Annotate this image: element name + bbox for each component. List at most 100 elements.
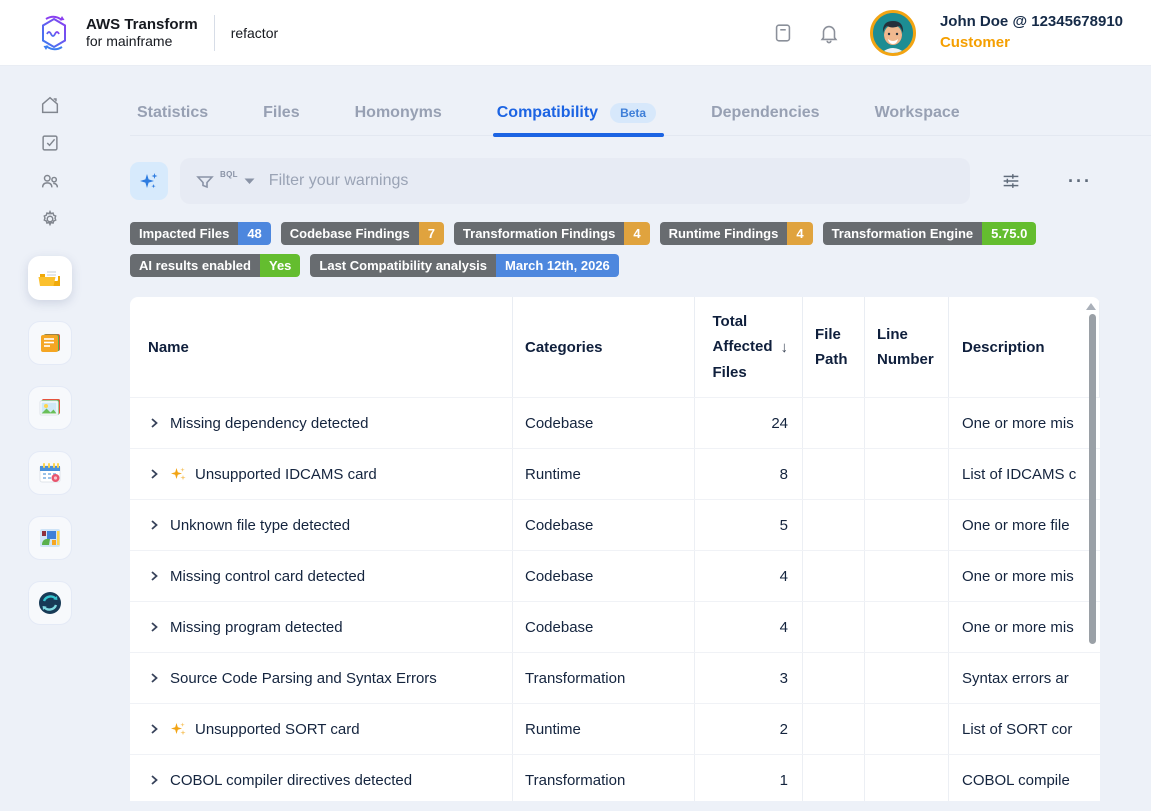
expand-chevron-icon[interactable]	[148, 519, 160, 531]
warning-description: One or more mis	[962, 415, 1074, 432]
badge-value: March 12th, 2026	[496, 254, 619, 277]
main-content: Statistics Files Homonyms Compatibility …	[100, 66, 1151, 811]
table-row[interactable]: Unsupported SORT card Runtime 2 List of …	[130, 703, 1100, 754]
warning-description: One or more file	[962, 517, 1070, 534]
filter-toolbar: BQL Filter your warnings ···	[130, 158, 1151, 204]
warning-description: Syntax errors ar	[962, 670, 1069, 687]
badge-value: 48	[238, 222, 270, 245]
chevron-down-icon[interactable]	[244, 178, 255, 185]
column-header-total-affected-files[interactable]: Total Affected Files ↓	[695, 297, 803, 397]
tab-files[interactable]: Files	[263, 90, 299, 135]
tasks-icon[interactable]	[39, 132, 61, 154]
status-badge: Transformation Engine 5.75.0	[823, 222, 1037, 245]
tab-workspace[interactable]: Workspace	[875, 90, 960, 135]
app-card-calendar[interactable]	[28, 451, 72, 495]
app-card-folder[interactable]	[28, 256, 72, 300]
expand-chevron-icon[interactable]	[148, 417, 160, 429]
bql-funnel-icon[interactable]: BQL	[196, 172, 234, 190]
column-header-name[interactable]: Name	[130, 297, 513, 397]
home-icon[interactable]	[39, 94, 61, 116]
bql-label: BQL	[220, 170, 238, 179]
status-badge: AI results enabled Yes	[130, 254, 300, 277]
badge-value: Yes	[260, 254, 300, 277]
badge-label: AI results enabled	[130, 254, 260, 277]
mosaic-dashboard-icon	[36, 524, 64, 552]
column-header-line-number[interactable]: Line Number	[865, 297, 949, 397]
table-row[interactable]: Missing program detected Codebase 4 One …	[130, 601, 1100, 652]
user-avatar[interactable]	[870, 10, 916, 56]
app-card-sync[interactable]	[28, 581, 72, 625]
warning-category: Runtime	[525, 466, 581, 483]
warning-name: Source Code Parsing and Syntax Errors	[170, 670, 437, 687]
column-settings-icon[interactable]	[1000, 170, 1022, 192]
scrollbar-up-arrow[interactable]	[1086, 303, 1096, 310]
table-row[interactable]: Unsupported IDCAMS card Runtime 8 List o…	[130, 448, 1100, 499]
warning-name: Missing program detected	[170, 619, 343, 636]
expand-chevron-icon[interactable]	[148, 621, 160, 633]
warning-name: Unsupported IDCAMS card	[195, 466, 377, 483]
table-row[interactable]: Unknown file type detected Codebase 5 On…	[130, 499, 1100, 550]
total-affected-files-value: 2	[780, 721, 788, 738]
app-card-dashboard[interactable]	[28, 516, 72, 560]
table-row[interactable]: Source Code Parsing and Syntax Errors Tr…	[130, 652, 1100, 703]
settings-gear-icon[interactable]	[39, 208, 61, 230]
more-actions-button[interactable]: ···	[1068, 171, 1092, 192]
aws-transform-logo-icon	[34, 13, 74, 53]
warning-name: COBOL compiler directives detected	[170, 772, 412, 789]
column-header-description[interactable]: Description	[949, 297, 1100, 397]
table-row[interactable]: Missing dependency detected Codebase 24 …	[130, 397, 1100, 448]
brand-title: AWS Transform	[86, 16, 198, 33]
expand-chevron-icon[interactable]	[148, 570, 160, 582]
total-affected-files-value: 8	[780, 466, 788, 483]
filter-placeholder: Filter your warnings	[269, 172, 409, 190]
user-role: Customer	[940, 33, 1123, 53]
warnings-table: Name Categories Total Affected Files ↓ F…	[130, 297, 1100, 801]
brand-subtitle: for mainframe	[86, 33, 198, 49]
tab-bar: Statistics Files Homonyms Compatibility …	[130, 90, 1151, 136]
badge-label: Impacted Files	[130, 222, 238, 245]
total-affected-files-value: 24	[771, 415, 788, 432]
table-row[interactable]: Missing control card detected Codebase 4…	[130, 550, 1100, 601]
badge-label: Transformation Findings	[454, 222, 624, 245]
warning-category: Transformation	[525, 772, 625, 789]
filter-input[interactable]: BQL Filter your warnings	[180, 158, 970, 204]
badge-row: AI results enabled Yes Last Compatibilit…	[130, 254, 1151, 277]
ai-assist-button[interactable]	[130, 162, 168, 200]
product-name: refactor	[231, 25, 278, 41]
tab-homonyms[interactable]: Homonyms	[355, 90, 442, 135]
user-name: John Doe @ 12345678910	[940, 12, 1123, 32]
tab-dependencies[interactable]: Dependencies	[711, 90, 819, 135]
warning-description: List of SORT cor	[962, 721, 1072, 738]
expand-chevron-icon[interactable]	[148, 774, 160, 786]
sticky-notes-icon	[36, 329, 64, 357]
expand-chevron-icon[interactable]	[148, 672, 160, 684]
status-badge: Impacted Files 48	[130, 222, 271, 245]
app-card-notes[interactable]	[28, 321, 72, 365]
column-header-categories[interactable]: Categories	[513, 297, 695, 397]
app-card-images[interactable]	[28, 386, 72, 430]
avatar-face	[873, 13, 913, 53]
notifications-bell-icon[interactable]	[818, 22, 840, 44]
badge-value: 7	[419, 222, 444, 245]
badge-value: 4	[787, 222, 812, 245]
column-header-file-path[interactable]: File Path	[803, 297, 865, 397]
badge-label: Transformation Engine	[823, 222, 983, 245]
sort-desc-icon[interactable]: ↓	[781, 339, 789, 356]
status-badge: Transformation Findings 4	[454, 222, 650, 245]
scrollbar-thumb[interactable]	[1089, 314, 1096, 644]
documentation-icon[interactable]	[772, 22, 794, 44]
tab-compatibility[interactable]: Compatibility Beta	[497, 90, 656, 135]
warning-name: Missing control card detected	[170, 568, 365, 585]
total-affected-files-value: 4	[780, 619, 788, 636]
warning-description: COBOL compile	[962, 772, 1070, 789]
calendar-icon	[36, 459, 64, 487]
expand-chevron-icon[interactable]	[148, 468, 160, 480]
expand-chevron-icon[interactable]	[148, 723, 160, 735]
users-icon[interactable]	[39, 170, 61, 192]
badge-label: Runtime Findings	[660, 222, 788, 245]
warning-category: Codebase	[525, 415, 593, 432]
table-row[interactable]: COBOL compiler directives detected Trans…	[130, 754, 1100, 801]
warning-category: Transformation	[525, 670, 625, 687]
tab-statistics[interactable]: Statistics	[137, 90, 208, 135]
total-affected-files-value: 4	[780, 568, 788, 585]
